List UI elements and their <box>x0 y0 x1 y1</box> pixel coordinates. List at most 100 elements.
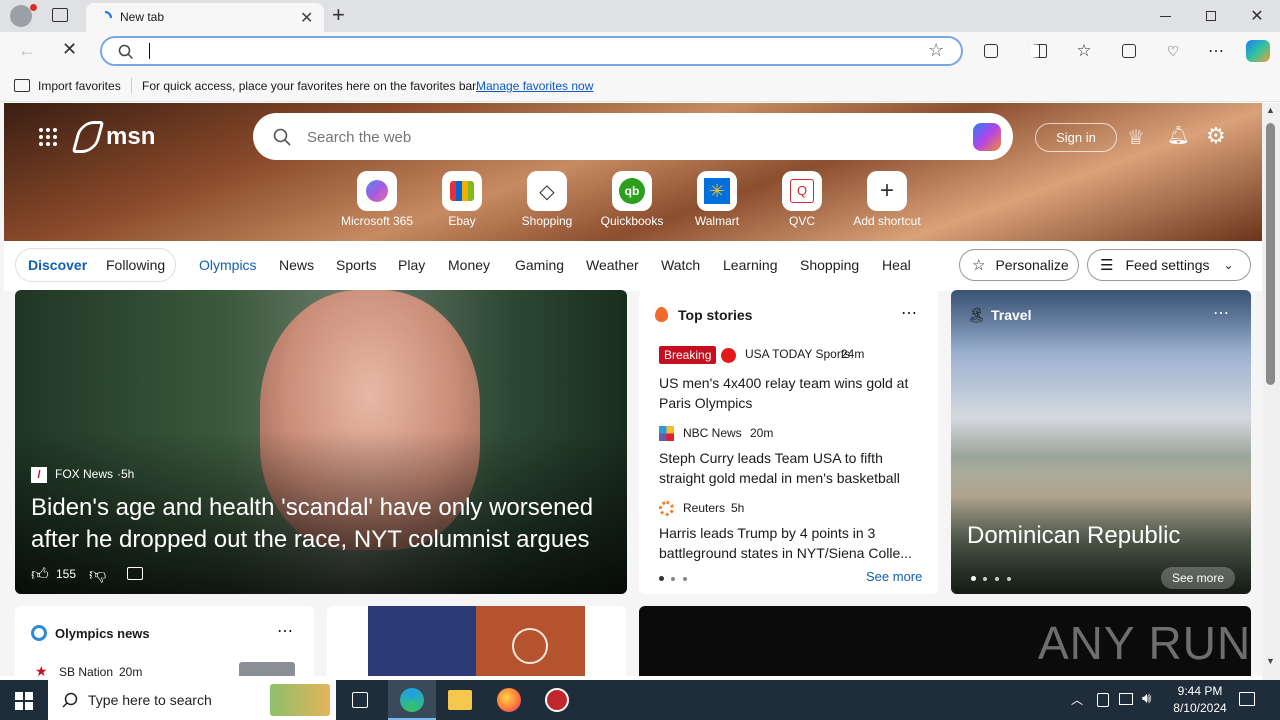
story-headline[interactable]: Biden's age and health 'scandal' have on… <box>31 492 621 556</box>
pager-dot[interactable] <box>995 577 999 581</box>
story-headline[interactable]: Steph Curry leads Team USA to fifth stra… <box>659 448 929 488</box>
pager-dot-active[interactable] <box>659 576 664 581</box>
hide-story-icon[interactable] <box>127 567 143 580</box>
travel-card[interactable]: 🏝︎ Travel ⋯ Dominican Republic See more <box>951 290 1251 594</box>
nav-play[interactable]: Play <box>398 257 425 273</box>
web-search-box[interactable] <box>253 113 1013 160</box>
story-headline[interactable]: Harris leads Trump by 4 points in 3 batt… <box>659 523 921 563</box>
rewards-icon[interactable]: ♕ <box>1127 125 1145 150</box>
shortcut-ebay[interactable]: Ebay <box>420 171 504 228</box>
story-headline[interactable]: US men's 4x400 relay team wins gold at P… <box>659 373 929 413</box>
pager-dot[interactable] <box>683 577 687 581</box>
back-icon[interactable]: ← <box>18 40 36 61</box>
shortcut-quickbooks[interactable]: qb Quickbooks <box>590 171 674 228</box>
add-shortcut-button[interactable]: + Add shortcut <box>845 171 929 228</box>
pager-dot[interactable] <box>1007 577 1011 581</box>
profile-avatar[interactable] <box>10 4 37 27</box>
taskbar-time[interactable]: 9:44 PM <box>1174 684 1226 698</box>
travel-island-icon: 🏝︎ <box>967 307 987 324</box>
pager-dot[interactable] <box>671 577 675 581</box>
browser-essentials-icon[interactable]: ♡ <box>1162 40 1184 62</box>
pager-dot-active[interactable] <box>971 576 976 581</box>
nav-health[interactable]: Heal <box>882 257 911 273</box>
address-bar[interactable]: ☆ <box>100 36 963 66</box>
taskbar-search-box[interactable]: Type here to search <box>48 680 336 720</box>
like-icon[interactable]: 👍︎ <box>31 564 49 585</box>
nav-watch[interactable]: Watch <box>661 257 700 273</box>
msn-page: msn Sign in ♕ 🔔︎ ⚙ Microsoft 365 Ebay ◇ … <box>0 103 1262 676</box>
network-icon[interactable] <box>1119 693 1133 705</box>
web-search-input[interactable] <box>307 125 907 149</box>
see-more-link[interactable]: See more <box>866 569 922 584</box>
app-icon[interactable] <box>545 688 569 712</box>
task-view-icon[interactable] <box>352 692 368 708</box>
scrollbar-thumb[interactable] <box>1266 123 1275 385</box>
plus-icon: + <box>879 177 894 204</box>
volume-icon[interactable]: 🔊︎ <box>1142 690 1151 707</box>
story-thumbnail[interactable] <box>239 662 295 676</box>
firefox-icon[interactable] <box>497 688 521 712</box>
collections-icon[interactable] <box>1118 40 1140 62</box>
sign-in-button[interactable]: Sign in <box>1035 123 1117 152</box>
file-explorer-icon[interactable] <box>448 690 472 710</box>
stop-loading-icon[interactable]: ✕ <box>62 39 77 60</box>
see-more-button[interactable]: See more <box>1161 567 1235 589</box>
scroll-down-icon[interactable]: ▼ <box>1266 656 1275 666</box>
settings-gear-icon[interactable]: ⚙ <box>1206 123 1226 149</box>
nav-gaming[interactable]: Gaming <box>515 257 564 273</box>
nav-sports[interactable]: Sports <box>336 257 376 273</box>
msn-logo[interactable]: msn <box>106 123 155 151</box>
copilot-icon[interactable] <box>1246 40 1270 62</box>
shortcut-walmart[interactable]: ✳ Walmart <box>675 171 759 228</box>
story-image-card[interactable] <box>327 606 626 676</box>
favorites-icon[interactable]: ☆ <box>1073 40 1095 62</box>
copilot-icon[interactable] <box>973 123 1001 151</box>
restore-button[interactable] <box>1188 0 1234 32</box>
taskbar-edge[interactable] <box>388 680 436 720</box>
tab-new-tab[interactable]: New tab ✕ <box>86 3 324 32</box>
extensions-icon[interactable] <box>980 40 1002 62</box>
more-options-icon[interactable]: ⋯ <box>901 303 917 323</box>
shortcut-label: Walmart <box>694 214 740 228</box>
favorite-star-icon[interactable]: ☆ <box>928 40 944 61</box>
personalize-button[interactable]: ☆ Personalize <box>959 249 1079 281</box>
hero-story-card[interactable]: / FOX News · 5h Biden's age and health '… <box>15 290 627 594</box>
travel-title[interactable]: Dominican Republic <box>967 522 1180 550</box>
page-scrollbar[interactable]: ▲ ▼ <box>1262 103 1280 680</box>
nav-weather[interactable]: Weather <box>586 257 639 273</box>
nav-money[interactable]: Money <box>448 257 490 273</box>
windows-start-icon[interactable] <box>15 692 33 710</box>
shortcut-shopping[interactable]: ◇ Shopping <box>505 171 589 228</box>
tab-following[interactable]: Following <box>106 257 165 273</box>
nav-olympics[interactable]: Olympics <box>199 257 257 273</box>
video-card[interactable]: ANY RUN <box>639 606 1251 676</box>
shortcut-qvc[interactable]: Q QVC <box>760 171 844 228</box>
more-options-icon[interactable]: ⋯ <box>1205 40 1227 62</box>
close-window-button[interactable]: ✕ <box>1234 0 1280 32</box>
feed-settings-button[interactable]: ☰ Feed settings ⌄ <box>1087 249 1251 281</box>
action-center-icon[interactable] <box>1239 692 1255 706</box>
taskbar-date[interactable]: 8/10/2024 <box>1167 701 1233 715</box>
more-options-icon[interactable]: ⋯ <box>277 621 293 641</box>
tab-actions-icon[interactable] <box>52 8 68 22</box>
split-screen-icon[interactable] <box>1028 40 1050 62</box>
tab-discover[interactable]: Discover <box>28 257 87 273</box>
more-options-icon[interactable]: ⋯ <box>1213 303 1229 323</box>
shortcut-microsoft-365[interactable]: Microsoft 365 <box>335 171 419 228</box>
divider <box>131 78 132 94</box>
dislike-icon[interactable]: 👎︎ <box>89 564 106 585</box>
device-icon[interactable] <box>1097 693 1109 707</box>
manage-favorites-link[interactable]: Manage favorites now <box>476 79 593 93</box>
nav-shopping[interactable]: Shopping <box>800 257 859 273</box>
notifications-bell-icon[interactable]: 🔔︎ <box>1167 125 1190 146</box>
minimize-button[interactable] <box>1142 0 1188 32</box>
apps-grid-icon[interactable] <box>38 127 58 147</box>
show-hidden-icons-chevron-icon[interactable]: ︿ <box>1071 691 1083 708</box>
pager-dot[interactable] <box>983 577 987 581</box>
nav-news[interactable]: News <box>279 257 314 273</box>
scroll-up-icon[interactable]: ▲ <box>1266 105 1275 115</box>
nav-learning[interactable]: Learning <box>723 257 778 273</box>
new-tab-icon[interactable]: + <box>332 2 345 28</box>
import-favorites-button[interactable]: Import favorites <box>38 79 121 93</box>
close-tab-icon[interactable]: ✕ <box>300 8 313 28</box>
